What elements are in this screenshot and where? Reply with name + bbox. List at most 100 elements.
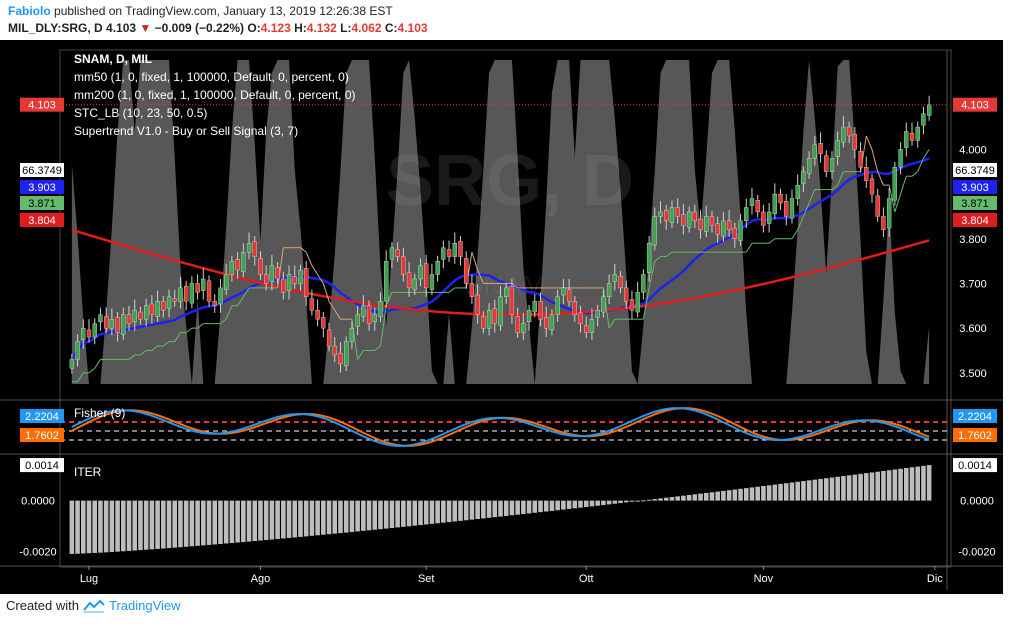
candle[interactable]: [418, 265, 423, 280]
candle[interactable]: [178, 287, 183, 302]
legend-supertrend[interactable]: Supertrend V1.0 - Buy or Sell Signal (3,…: [74, 124, 298, 138]
candle[interactable]: [904, 131, 909, 148]
candle[interactable]: [864, 167, 869, 181]
candle[interactable]: [292, 276, 297, 284]
candle[interactable]: [155, 301, 160, 317]
candle[interactable]: [481, 316, 486, 329]
candle[interactable]: [595, 310, 600, 318]
candle[interactable]: [858, 151, 863, 168]
candle[interactable]: [601, 296, 606, 313]
candle[interactable]: [869, 178, 875, 195]
candle[interactable]: [789, 198, 795, 219]
candle[interactable]: [561, 287, 566, 296]
candle[interactable]: [761, 211, 766, 226]
candle[interactable]: [715, 223, 720, 235]
candle[interactable]: [229, 260, 235, 275]
candle[interactable]: [161, 301, 166, 311]
candle[interactable]: [515, 316, 520, 333]
candle[interactable]: [658, 211, 663, 217]
candle[interactable]: [801, 171, 806, 184]
candle[interactable]: [166, 296, 172, 309]
candle[interactable]: [778, 193, 783, 204]
candle[interactable]: [532, 301, 537, 313]
candle[interactable]: [389, 247, 395, 260]
candle[interactable]: [75, 341, 80, 360]
candle[interactable]: [475, 294, 480, 315]
candle[interactable]: [721, 220, 726, 237]
candle[interactable]: [378, 301, 383, 317]
candle[interactable]: [435, 260, 440, 275]
candle[interactable]: [446, 249, 452, 257]
candle[interactable]: [464, 258, 469, 284]
candle[interactable]: [441, 247, 446, 260]
candle[interactable]: [618, 276, 623, 289]
candle[interactable]: [726, 220, 732, 230]
candle[interactable]: [235, 259, 240, 271]
candle[interactable]: [224, 274, 229, 290]
candle[interactable]: [429, 274, 435, 290]
candle[interactable]: [909, 133, 915, 141]
candle[interactable]: [795, 184, 800, 199]
candle[interactable]: [692, 211, 697, 222]
candle[interactable]: [744, 207, 749, 222]
candle[interactable]: [298, 269, 303, 284]
candle[interactable]: [921, 113, 926, 126]
candle[interactable]: [486, 310, 492, 329]
candle[interactable]: [69, 359, 75, 369]
candle[interactable]: [738, 220, 743, 241]
candle[interactable]: [812, 144, 817, 159]
candle[interactable]: [212, 301, 217, 306]
candle[interactable]: [852, 134, 857, 150]
candle[interactable]: [892, 167, 898, 201]
candle[interactable]: [835, 140, 840, 157]
candle[interactable]: [98, 314, 103, 323]
candle[interactable]: [195, 283, 200, 293]
candle[interactable]: [252, 241, 257, 257]
candle[interactable]: [646, 243, 652, 273]
candle[interactable]: [624, 287, 629, 302]
candle[interactable]: [926, 104, 932, 116]
candle[interactable]: [526, 310, 532, 323]
candle[interactable]: [504, 287, 509, 298]
candle[interactable]: [704, 216, 709, 232]
candle[interactable]: [246, 243, 252, 253]
candle[interactable]: [881, 216, 886, 230]
candle[interactable]: [829, 158, 835, 172]
candle[interactable]: [349, 327, 355, 342]
candle[interactable]: [269, 265, 275, 282]
candle[interactable]: [258, 258, 263, 275]
candle[interactable]: [555, 296, 560, 315]
candle[interactable]: [886, 198, 892, 229]
candle[interactable]: [326, 329, 332, 347]
candle[interactable]: [132, 310, 137, 323]
candle[interactable]: [286, 274, 292, 291]
candle[interactable]: [915, 126, 920, 141]
candle[interactable]: [898, 149, 903, 168]
candle[interactable]: [338, 353, 343, 365]
candle[interactable]: [332, 345, 337, 356]
tradingview-brand[interactable]: TradingView: [109, 598, 181, 613]
candle[interactable]: [115, 317, 120, 333]
candle[interactable]: [241, 252, 246, 272]
candle[interactable]: [521, 323, 526, 333]
legend-stc[interactable]: STC_LB (10, 23, 50, 0.5): [74, 106, 207, 120]
candle[interactable]: [538, 301, 543, 320]
candle[interactable]: [875, 195, 880, 217]
candle[interactable]: [732, 227, 737, 239]
candle[interactable]: [492, 308, 497, 324]
candle[interactable]: [126, 314, 132, 324]
candle[interactable]: [372, 314, 377, 323]
candle[interactable]: [589, 319, 595, 333]
candle[interactable]: [772, 193, 777, 214]
candle[interactable]: [698, 218, 703, 230]
candle[interactable]: [469, 283, 475, 298]
candle[interactable]: [755, 200, 760, 213]
candle[interactable]: [544, 317, 549, 329]
candle[interactable]: [846, 126, 852, 137]
candle[interactable]: [401, 256, 406, 275]
candle[interactable]: [424, 263, 429, 289]
candle[interactable]: [201, 278, 206, 291]
candle[interactable]: [121, 314, 126, 335]
candle[interactable]: [806, 158, 812, 174]
candle[interactable]: [584, 325, 589, 333]
